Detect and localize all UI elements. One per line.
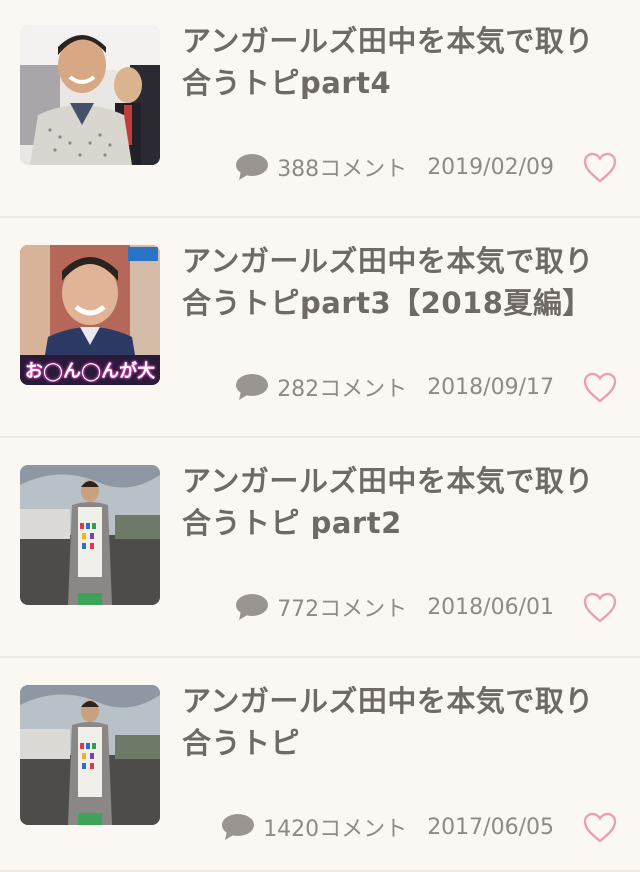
- topic-item[interactable]: アンガールズ田中を本気で取り合うトピpart4 388コメント 2019/02/…: [0, 0, 640, 218]
- thumbnail-caption: お◯ん◯んが大: [24, 361, 156, 382]
- comment-bubble-icon: [236, 154, 269, 180]
- post-date: 2018/09/17: [427, 374, 554, 400]
- topic-thumbnail[interactable]: [20, 685, 160, 825]
- topic-meta: 388コメント 2019/02/09: [235, 150, 554, 184]
- topic-thumbnail[interactable]: お◯ん◯んが大: [20, 245, 160, 385]
- topic-list: アンガールズ田中を本気で取り合うトピpart4 388コメント 2019/02/…: [0, 0, 640, 872]
- favorite-heart-icon[interactable]: [582, 370, 618, 406]
- favorite-heart-icon[interactable]: [582, 150, 618, 186]
- topic-meta: 1420コメント 2017/06/05: [221, 810, 554, 844]
- post-date: 2017/06/05: [427, 814, 554, 840]
- comment-count: 772コメント: [277, 597, 408, 622]
- comment-count: 282コメント: [277, 377, 408, 402]
- topic-thumbnail[interactable]: [20, 25, 160, 165]
- topic-title[interactable]: アンガールズ田中を本気で取り合うトピpart3【2018夏編】: [182, 240, 612, 324]
- topic-item[interactable]: お◯ん◯んが大 アンガールズ田中を本気で取り合うトピpart3【2018夏編】 …: [0, 220, 640, 438]
- comment-bubble-icon: [222, 814, 255, 840]
- favorite-heart-icon[interactable]: [582, 590, 618, 626]
- topic-item[interactable]: アンガールズ田中を本気で取り合うトピ part2 772コメント 2018/06…: [0, 440, 640, 658]
- topic-title[interactable]: アンガールズ田中を本気で取り合うトピ part2: [182, 460, 612, 544]
- post-date: 2018/06/01: [427, 594, 554, 620]
- favorite-heart-icon[interactable]: [582, 810, 618, 846]
- topic-title[interactable]: アンガールズ田中を本気で取り合うトピ: [182, 680, 612, 764]
- post-date: 2019/02/09: [427, 154, 554, 180]
- comment-bubble-icon: [236, 594, 269, 620]
- photo-standing-man-icon: [20, 465, 160, 605]
- topic-thumbnail[interactable]: [20, 465, 160, 605]
- topic-meta: 282コメント 2018/09/17: [235, 370, 554, 404]
- topic-title[interactable]: アンガールズ田中を本気で取り合うトピpart4: [182, 20, 612, 104]
- comment-count: 1420コメント: [263, 817, 408, 842]
- topic-meta: 772コメント 2018/06/01: [235, 590, 554, 624]
- comment-bubble-icon: [236, 374, 269, 400]
- comment-count: 388コメント: [277, 157, 408, 182]
- photo-standing-man-icon: [20, 685, 160, 825]
- topic-item[interactable]: アンガールズ田中を本気で取り合うトピ 1420コメント 2017/06/05: [0, 660, 640, 872]
- photo-smiling-man-icon: [20, 25, 160, 165]
